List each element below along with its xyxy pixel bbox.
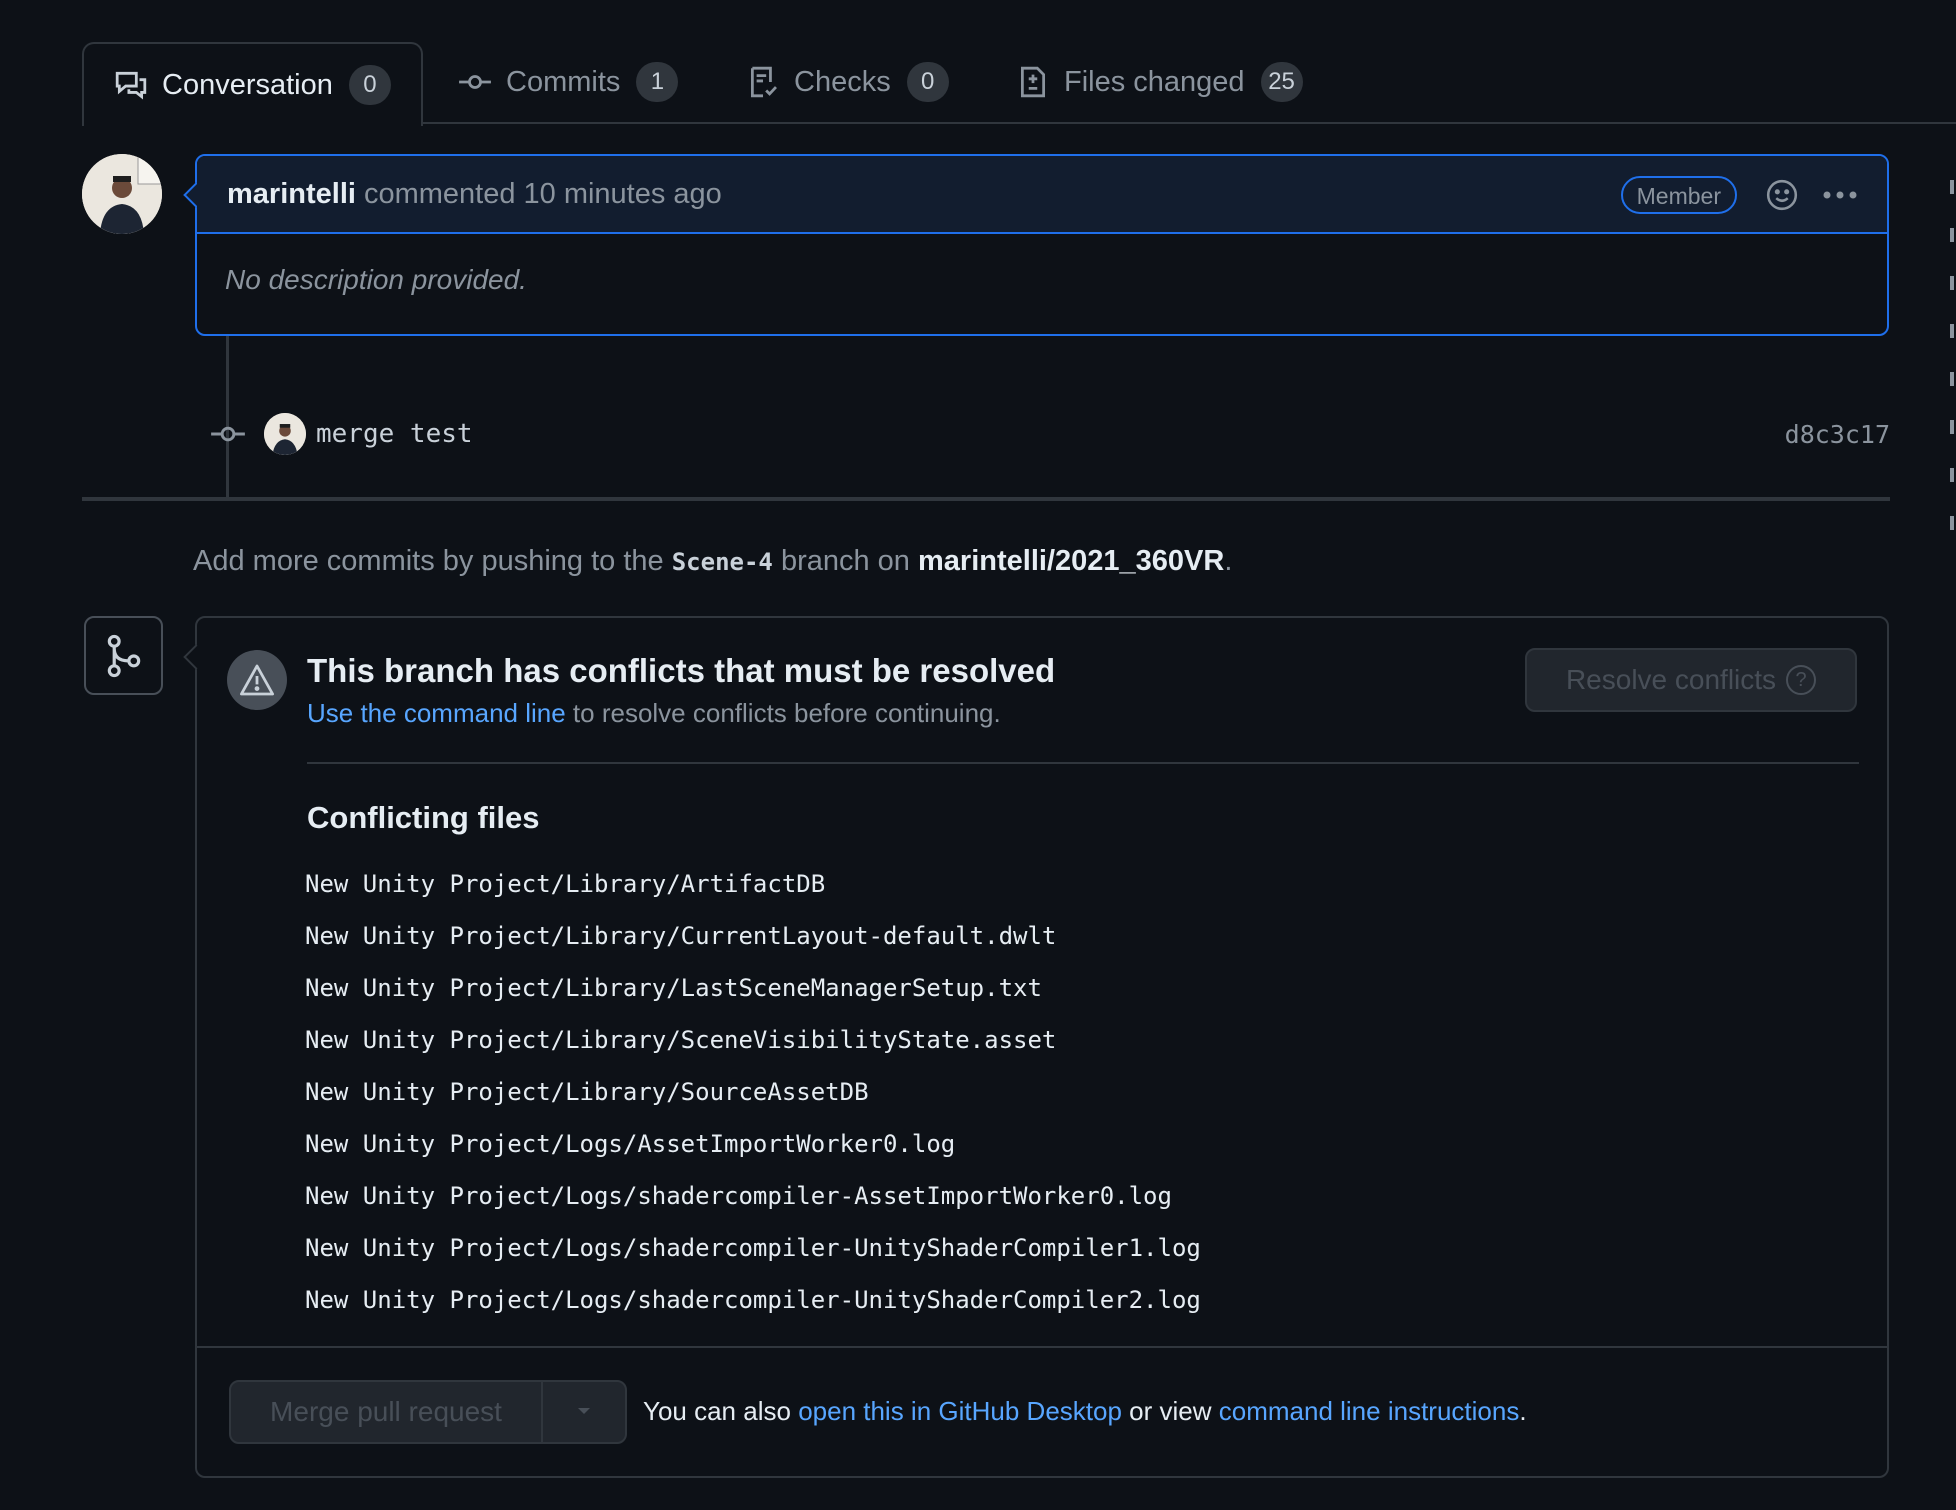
tab-commits-label: Commits [506, 65, 621, 98]
footer-middle: or view [1129, 1396, 1212, 1426]
conflict-subtitle-text: to resolve conflicts before continuing. [572, 698, 1001, 728]
file-diff-icon [1016, 65, 1050, 99]
tab-conversation[interactable]: Conversation 0 [82, 42, 423, 126]
checklist-icon [746, 65, 780, 99]
merge-pointer [183, 644, 209, 670]
command-line-link[interactable]: Use the command line [307, 698, 566, 728]
commit-message[interactable]: merge test [316, 419, 473, 449]
member-badge: Member [1620, 176, 1737, 214]
branch-name: Scene-4 [671, 548, 773, 576]
merge-button-group: Merge pull request [229, 1380, 627, 1444]
github-desktop-link[interactable]: open this in GitHub Desktop [798, 1396, 1122, 1426]
tab-files-changed[interactable]: Files changed 25 [1016, 42, 1303, 122]
tab-commits-count: 1 [636, 62, 679, 102]
clipped-sidebar-edge [1950, 180, 1956, 564]
git-commit-icon [458, 65, 492, 99]
merge-inner-divider [307, 762, 1859, 764]
commit-row: merge test d8c3c17 [210, 404, 1890, 464]
tab-checks-label: Checks [794, 65, 891, 98]
comment-author[interactable]: marintelli [227, 178, 356, 211]
comment-body: No description provided. [225, 264, 527, 295]
tab-files-changed-count: 25 [1260, 62, 1303, 102]
push-note: Add more commits by pushing to the Scene… [193, 545, 1232, 578]
tab-commits[interactable]: Commits 1 [458, 42, 679, 122]
conflicting-file: New Unity Project/Library/SceneVisibilit… [305, 1026, 1057, 1054]
commit-sha[interactable]: d8c3c17 [1785, 420, 1890, 449]
conflicting-files-title: Conflicting files [307, 800, 540, 835]
git-commit-icon [210, 416, 246, 452]
comment-discussion-icon [114, 68, 148, 102]
merge-footer-text: You can also open this in GitHub Desktop… [643, 1396, 1527, 1427]
merge-box: This branch has conflicts that must be r… [183, 616, 1889, 1478]
git-merge-icon [84, 616, 163, 695]
timeline-divider [82, 497, 1890, 501]
tab-files-changed-label: Files changed [1064, 65, 1245, 98]
resolve-conflicts-label: Resolve conflicts [1565, 664, 1777, 695]
pr-tabs: Conversation 0 Commits 1 Checks 0 Files … [82, 42, 1956, 126]
tab-checks-count: 0 [906, 62, 949, 102]
question-icon: ? [1786, 665, 1817, 695]
avatar[interactable] [82, 154, 162, 234]
comment-box: marintelli commented 10 minutes ago Memb… [183, 154, 1889, 336]
conflicting-file: New Unity Project/Logs/shadercompiler-Un… [305, 1286, 1201, 1314]
conflicting-files-list: New Unity Project/Library/ArtifactDB New… [305, 858, 1201, 1326]
comment-timestamp[interactable]: commented 10 minutes ago [364, 178, 722, 211]
conflicting-file: New Unity Project/Logs/AssetImportWorker… [305, 1130, 956, 1158]
caret-down-icon [576, 1403, 592, 1421]
push-note-suffix: . [1224, 545, 1233, 577]
footer-suffix: . [1519, 1396, 1527, 1426]
commit-author-avatar[interactable] [264, 413, 306, 455]
kebab-menu-icon[interactable] [1821, 178, 1859, 212]
repo-name: marintelli/2021_360VR [918, 545, 1225, 577]
comment-header: marintelli commented 10 minutes ago Memb… [197, 156, 1887, 234]
alert-icon [227, 650, 287, 710]
conflicting-file: New Unity Project/Library/SourceAssetDB [305, 1078, 869, 1106]
conflicting-file: New Unity Project/Library/ArtifactDB [305, 870, 826, 898]
push-note-prefix: Add more commits by pushing to the [193, 545, 664, 577]
merge-options-dropdown[interactable] [541, 1382, 625, 1442]
merge-pull-request-button[interactable]: Merge pull request [231, 1382, 541, 1442]
merge-footer: Merge pull request You can also open thi… [197, 1346, 1887, 1478]
tab-conversation-label: Conversation [162, 68, 333, 101]
smiley-icon[interactable] [1765, 178, 1799, 212]
command-line-instructions-link[interactable]: command line instructions [1219, 1396, 1520, 1426]
conflict-title: This branch has conflicts that must be r… [307, 652, 1056, 689]
tab-checks[interactable]: Checks 0 [746, 42, 949, 122]
conflicting-file: New Unity Project/Library/CurrentLayout-… [305, 922, 1057, 950]
push-note-middle: branch on [780, 545, 910, 577]
resolve-conflicts-button[interactable]: Resolve conflicts ? [1525, 648, 1857, 712]
conflicting-file: New Unity Project/Library/LastSceneManag… [305, 974, 1042, 1002]
conflicting-file: New Unity Project/Logs/shadercompiler-Un… [305, 1234, 1201, 1262]
tab-conversation-count: 0 [348, 65, 391, 105]
footer-prefix: You can also [643, 1396, 791, 1426]
conflicting-file: New Unity Project/Logs/shadercompiler-As… [305, 1182, 1172, 1210]
conflict-subtitle: Use the command line to resolve conflict… [307, 698, 1001, 729]
